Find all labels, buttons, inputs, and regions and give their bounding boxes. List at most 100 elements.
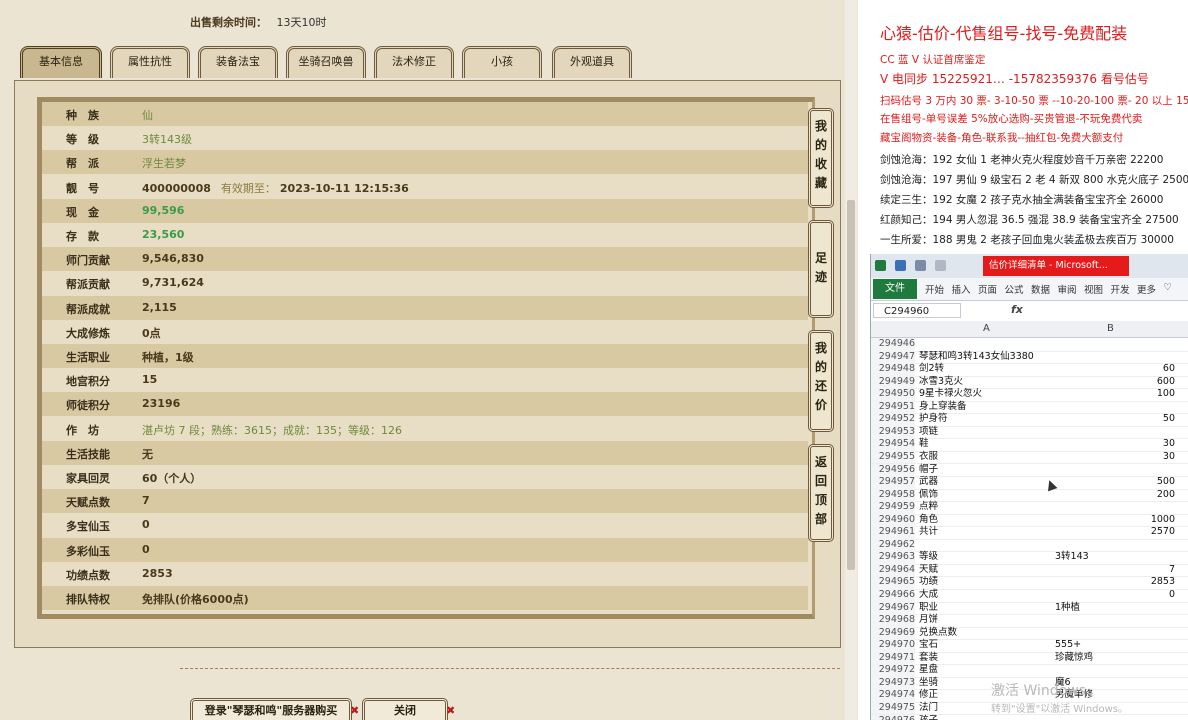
sheet-row[interactable]: 294954 鞋 30	[871, 438, 1188, 452]
sheet-row[interactable]: 294976 孩子	[871, 714, 1188, 720]
cell-a[interactable]: 宝石	[919, 639, 938, 652]
name-box[interactable]: C294960	[873, 303, 961, 318]
sheet-row[interactable]: 294950 9星卡禄火忽火 100	[871, 388, 1188, 402]
row-number[interactable]: 294948	[871, 363, 915, 376]
row-number[interactable]: 294976	[871, 714, 915, 720]
row-number[interactable]: 294959	[871, 501, 915, 514]
sheet-row[interactable]: 294959 点粹	[871, 501, 1188, 515]
row-number[interactable]: 294960	[871, 513, 915, 527]
cell-b[interactable]: 600	[1055, 376, 1175, 389]
cell-a[interactable]: 兑换点数	[919, 627, 957, 640]
sheet-row[interactable]: 294970 宝石 555+	[871, 639, 1188, 653]
cell-a[interactable]: 月饼	[919, 614, 938, 627]
row-number[interactable]: 294964	[871, 563, 915, 577]
tab-attributes[interactable]: 属性抗性	[110, 46, 190, 78]
cell-a[interactable]: 法门	[919, 702, 938, 715]
sheet-row[interactable]: 294968 月饼	[871, 614, 1188, 628]
cell-a[interactable]: 冰雪3克火	[919, 376, 963, 389]
column-b-header[interactable]: B	[1107, 323, 1114, 334]
cell-a[interactable]: 共计	[919, 526, 938, 539]
cell-b[interactable]: 100	[1055, 388, 1175, 401]
cell-b[interactable]: 1种植	[1055, 602, 1175, 615]
cell-b[interactable]: 30	[1055, 438, 1175, 451]
ribbon-tab[interactable]: 数据	[1031, 282, 1050, 296]
cell-a[interactable]: 武器	[919, 476, 938, 489]
row-number[interactable]: 294969	[871, 626, 915, 640]
ribbon-tab[interactable]: 插入	[952, 282, 971, 296]
cell-a[interactable]: 孩子	[919, 715, 938, 720]
cell-a[interactable]: 功绩	[919, 576, 938, 589]
cell-a[interactable]: 天赋	[919, 564, 938, 577]
sheet-row[interactable]: 294963 等级 3转143	[871, 551, 1188, 565]
redo-icon[interactable]	[935, 260, 946, 271]
row-number[interactable]: 294973	[871, 676, 915, 690]
cell-a[interactable]: 身上穿装备	[919, 401, 967, 414]
close-button[interactable]: 关闭	[362, 698, 448, 720]
cell-a[interactable]: 鞋	[919, 438, 929, 451]
row-number[interactable]: 294947	[871, 350, 915, 364]
row-number[interactable]: 294965	[871, 576, 915, 589]
close-x-icon[interactable]: ✖	[350, 704, 359, 717]
close-x-icon-2[interactable]: ✖	[446, 704, 455, 717]
sheet-row[interactable]: 294946	[871, 338, 1188, 352]
row-number[interactable]: 294949	[871, 375, 915, 389]
row-number[interactable]: 294955	[871, 450, 915, 464]
cell-b[interactable]: 2853	[1055, 576, 1175, 589]
history-button[interactable]: 足迹	[808, 220, 834, 318]
scrollbar-thumb[interactable]	[847, 200, 855, 570]
row-number[interactable]: 294954	[871, 438, 915, 451]
cell-b[interactable]: 珍藏惊鸡	[1055, 652, 1175, 665]
cell-b[interactable]: 0	[1055, 589, 1175, 602]
ribbon-tab[interactable]: ♡	[1164, 282, 1173, 293]
tab-basic-info[interactable]: 基本信息	[20, 46, 102, 78]
cell-b[interactable]: 555+	[1055, 639, 1175, 652]
page-scrollbar[interactable]	[845, 0, 857, 720]
sheet-row[interactable]: 294957 武器 500	[871, 476, 1188, 490]
ribbon-tab[interactable]: 开发	[1111, 282, 1130, 296]
sheet-row[interactable]: 294961 共计 2570	[871, 526, 1188, 540]
sheet-row[interactable]: 294952 护身符 50	[871, 413, 1188, 427]
cell-a[interactable]: 大成	[919, 589, 938, 602]
back-to-top-button[interactable]: 返回顶部	[808, 444, 834, 542]
row-number[interactable]: 294970	[871, 639, 915, 652]
ribbon-tab[interactable]: 视图	[1084, 282, 1103, 296]
sheet-row[interactable]: 294972 星盘	[871, 664, 1188, 678]
column-a-header[interactable]: A	[983, 323, 990, 334]
row-number[interactable]: 294971	[871, 651, 915, 665]
counter-offer-button[interactable]: 我的还价	[808, 330, 834, 432]
ribbon-tab[interactable]: 更多	[1137, 282, 1156, 296]
cell-a[interactable]: 等级	[919, 551, 938, 564]
row-number[interactable]: 294968	[871, 614, 915, 627]
tab-spell-mods[interactable]: 法术修正	[374, 46, 454, 78]
cell-b[interactable]: 500	[1055, 476, 1175, 489]
cell-b[interactable]: 200	[1055, 489, 1175, 502]
row-number[interactable]: 294946	[871, 338, 915, 351]
cell-a[interactable]: 坐骑	[919, 677, 938, 690]
row-number[interactable]: 294951	[871, 400, 915, 414]
cell-a[interactable]: 点粹	[919, 501, 938, 514]
row-number[interactable]: 294966	[871, 589, 915, 602]
cell-a[interactable]: 衣服	[919, 451, 938, 464]
row-number[interactable]: 294957	[871, 476, 915, 489]
row-number[interactable]: 294962	[871, 538, 915, 552]
cell-a[interactable]: 星盘	[919, 664, 938, 677]
sheet-row[interactable]: 294956 帽子	[871, 463, 1188, 477]
cell-b[interactable]: 2570	[1055, 526, 1175, 539]
cell-b[interactable]: 7	[1055, 564, 1175, 577]
favorite-button[interactable]: 我的收藏	[808, 108, 834, 208]
save-icon[interactable]	[895, 260, 906, 271]
tab-mounts-pets[interactable]: 坐骑召唤兽	[286, 46, 366, 78]
cell-b[interactable]: 3转143	[1055, 551, 1175, 564]
row-number[interactable]: 294974	[871, 689, 915, 702]
ribbon-tab[interactable]: 公式	[1005, 282, 1024, 296]
cell-b[interactable]: 60	[1055, 363, 1175, 376]
login-buy-button[interactable]: 登录"琴瑟和鸣"服务器购买	[190, 698, 352, 720]
cell-a[interactable]: 佩饰	[919, 489, 938, 502]
ribbon-tab[interactable]: 审阅	[1058, 282, 1077, 296]
cell-a[interactable]: 项链	[919, 426, 938, 439]
tab-appearance[interactable]: 外观道具	[552, 46, 632, 78]
cell-a[interactable]: 帽子	[919, 464, 938, 477]
fx-icon[interactable]: fx	[1011, 303, 1023, 316]
cell-a[interactable]: 修正	[919, 689, 938, 702]
row-number[interactable]: 294972	[871, 664, 915, 677]
